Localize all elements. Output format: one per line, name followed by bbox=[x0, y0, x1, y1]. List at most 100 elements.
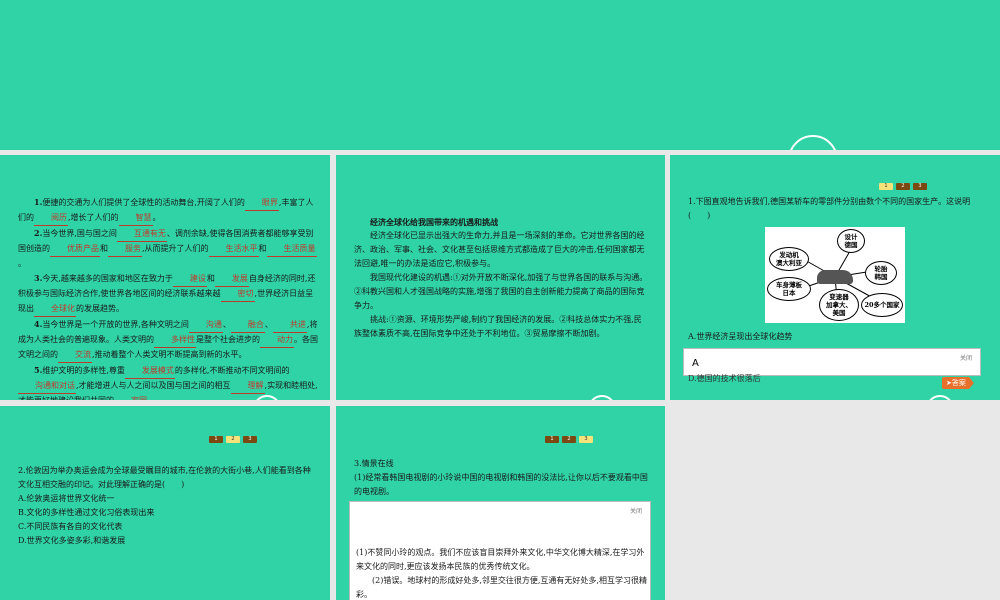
paragraph-text: 。 bbox=[148, 396, 156, 400]
knowledge-summary: 1.便捷的交通为人们提供了全球性的活动舞台,开阔了人们的 眼界,丰富了人们的 阅历,… bbox=[18, 195, 318, 400]
decor-arc bbox=[588, 395, 616, 400]
slide-body: 经济全球化给我国带来的机遇和挑战 经济全球化已显示出强大的生命力,并且是一场深刻… bbox=[354, 215, 649, 341]
paragraph-text: 和 bbox=[206, 274, 215, 283]
answer-text-1: (1)不赞同小玲的观点。我们不应该盲目崇拜外来文化,中华文化博大精深,在学习外来… bbox=[356, 548, 645, 571]
paragraph: 挑战:①资源、环境形势严峻,制约了我国经济的发展。②科技总体实力不强,民族整体素… bbox=[354, 315, 642, 338]
diagram-node: 20多个国家 bbox=[861, 293, 903, 317]
paragraph-text: ,增长了人们的 bbox=[68, 213, 119, 222]
scenario-question: (1)经常看韩国电视剧的小玲说中国的电视剧和韩国的没法比,让你以后不要观看中国的… bbox=[354, 473, 648, 496]
answer-blank: 阅历 bbox=[34, 211, 68, 226]
answer-blank: 发展 bbox=[214, 272, 249, 287]
parts-origin-diagram: 设计 德国 发动机 澳大利亚 轮胎 韩国 车身薄板 日本 变速器 加拿大、 美国 20多个国… bbox=[765, 227, 905, 323]
section-heading: 经济全球化给我国带来的机遇和挑战 bbox=[370, 217, 498, 227]
answer-blank: 共进 bbox=[272, 318, 307, 333]
answer-blank: 服务 bbox=[108, 242, 142, 257]
paragraph-text: ,从而提升了人们的 bbox=[142, 244, 209, 253]
answer-blank: 互通有无 bbox=[116, 227, 167, 242]
slide-thumbnail-4[interactable]: 1 2 3 2.伦敦因为举办奥运会成为全球最受瞩目的城市,在伦敦的大街小巷,人们… bbox=[0, 406, 330, 600]
paragraph-text: 和 bbox=[258, 244, 267, 253]
paragraph-text: 便捷的交通为人们提供了全球性的活动舞台,开阔了人们的 bbox=[42, 198, 245, 207]
slide-thumbnail-5[interactable]: 1 2 3 3.情景在线 (1)经常看韩国电视剧的小玲说中国的电视剧和韩国的没法… bbox=[336, 406, 665, 600]
paragraph-text: 是整个社会进步的 bbox=[196, 335, 260, 344]
answer-blank: 沟通和对话 bbox=[18, 379, 76, 394]
option-d[interactable]: D.德国的技术很落后 bbox=[688, 372, 888, 386]
option-c[interactable]: C.不同民族有各自的文化代表 bbox=[18, 520, 122, 534]
slide-thumbnail-1[interactable]: 1.便捷的交通为人们提供了全球性的活动舞台,开阔了人们的 眼界,丰富了人们的 阅历,… bbox=[0, 155, 330, 400]
option-b[interactable]: B.文化的多样性通过文化习俗表现出来 bbox=[18, 506, 154, 520]
paragraph: 我国现代化建设的机遇:①对外开放不断深化,加强了与世界各国的联系与沟通。②科教兴… bbox=[354, 273, 648, 310]
paragraph-text: 的多样化,不断推动不同文明间的 bbox=[174, 366, 290, 375]
slide-thumbnail-2[interactable]: 经济全球化给我国带来的机遇和挑战 经济全球化已显示出强大的生命力,并且是一场深刻… bbox=[336, 155, 665, 400]
answer-blank: 智慧 bbox=[118, 211, 153, 226]
paragraph: 经济全球化已显示出强大的生命力,并且是一场深刻的革命。它对世界各国的经济、政治、… bbox=[354, 231, 645, 268]
answer-blank: 发展模式 bbox=[124, 364, 175, 379]
paragraph-text: 、 bbox=[222, 320, 231, 329]
answer-blank: 沟通 bbox=[188, 318, 223, 333]
answer-blank: 多样性 bbox=[154, 333, 196, 348]
scenario-title: 3.情景在线 bbox=[354, 459, 394, 468]
answer-blank: 生活质量 bbox=[266, 242, 317, 257]
summary-paragraph: 2.当今世界,国与国之间 互通有无、调剂余缺,使得各国消费者都能够享受别国创造的优… bbox=[18, 226, 318, 271]
summary-paragraph: 5.维护文明的多样性,尊重 发展模式的多样化,不断推动不同文明间的沟通和对话,才能… bbox=[18, 363, 318, 400]
summary-paragraph: 1.便捷的交通为人们提供了全球性的活动舞台,开阔了人们的 眼界,丰富了人们的 阅历,… bbox=[18, 195, 318, 226]
page-1-button[interactable]: 1 bbox=[545, 436, 559, 443]
car-icon bbox=[817, 270, 853, 284]
answer-blank: 优质产品 bbox=[50, 242, 100, 257]
summary-paragraph: 3.今天,越来越多的国家和地区在致力于 建设和 发展自身经济的同时,还积极参与国际经… bbox=[18, 271, 318, 317]
question-text: 2.伦敦因为举办奥运会成为全球最受瞩目的城市,在伦敦的大街小巷,人们能看到各种文… bbox=[18, 466, 311, 489]
page-2-button[interactable]: 2 bbox=[226, 436, 240, 443]
answer-blank: 家园 bbox=[114, 394, 148, 400]
paragraph-text: 。 bbox=[152, 213, 161, 222]
page-2-button[interactable]: 2 bbox=[896, 183, 910, 190]
answer-blank: 全球化 bbox=[34, 302, 76, 317]
paragraph-text: 、 bbox=[264, 320, 273, 329]
answer-blank: 眼界 bbox=[244, 196, 279, 211]
popup-close-button[interactable]: 关闭 bbox=[630, 506, 642, 515]
page-1-button[interactable]: 1 bbox=[879, 183, 893, 190]
option-d[interactable]: D.世界文化多姿多彩,和谐发展 bbox=[18, 534, 125, 548]
page-indicator: 1 2 3 bbox=[545, 436, 593, 443]
paragraph-text: 今天,越来越多的国家和地区在致力于 bbox=[42, 274, 173, 283]
answer-blank: 建设 bbox=[172, 272, 207, 287]
answer-popup: 关闭 (1)不赞同小玲的观点。我们不应该盲目崇拜外来文化,中华文化博大精深,在学… bbox=[349, 501, 651, 600]
page-3-button[interactable]: 3 bbox=[243, 436, 257, 443]
slide-thumbnail-3[interactable]: 1 2 3 1.下图直观地告诉我们,德国某轿车的零部件分别由数个不同的国家生产。… bbox=[670, 155, 1000, 400]
answer-blank: 融合 bbox=[230, 318, 265, 333]
answer-button[interactable]: ➤答案 bbox=[942, 377, 974, 389]
page-3-button[interactable]: 3 bbox=[913, 183, 927, 190]
option-a[interactable]: A.伦敦奥运将世界文化统一 bbox=[18, 492, 114, 506]
answer-button-label: 答案 bbox=[951, 379, 966, 387]
diagram-node: 轮胎 韩国 bbox=[865, 261, 897, 285]
page-2-button[interactable]: 2 bbox=[562, 436, 576, 443]
page-1-button[interactable]: 1 bbox=[209, 436, 223, 443]
summary-paragraph: 4.当今世界是一个开放的世界,各种文明之间 沟通、 融合、 共进,将成为人类社会的普遍… bbox=[18, 317, 318, 363]
answer-blank: 理解 bbox=[230, 379, 265, 394]
paragraph-text: ,推动着整个人类文明不断提高到新的水平。 bbox=[92, 350, 247, 359]
page-indicator: 1 2 3 bbox=[209, 436, 257, 443]
empty-slot bbox=[670, 406, 1000, 600]
answer-blank: 生活水平 bbox=[208, 242, 259, 257]
paragraph-text: 当今世界,国与国之间 bbox=[42, 229, 117, 238]
diagram-node: 变速器 加拿大、 美国 bbox=[819, 289, 859, 321]
page-indicator: 1 2 3 bbox=[879, 183, 927, 190]
decor-arc bbox=[926, 395, 954, 400]
page-3-button[interactable]: 3 bbox=[579, 436, 593, 443]
slide-grid: 1.便捷的交通为人们提供了全球性的活动舞台,开阔了人们的 眼界,丰富了人们的 阅历,… bbox=[0, 0, 1000, 600]
paragraph-text: 当今世界是一个开放的世界,各种文明之间 bbox=[42, 320, 189, 329]
paragraph-text: 维护文明的多样性,尊重 bbox=[42, 366, 125, 375]
paragraph-text: 的发展趋势。 bbox=[76, 304, 124, 313]
diagram-node: 车身薄板 日本 bbox=[767, 277, 811, 301]
paragraph-text: 。 bbox=[18, 259, 26, 268]
popup-answer: A bbox=[692, 358, 699, 369]
answer-blank: 密切 bbox=[220, 287, 255, 302]
slide-top-partial[interactable] bbox=[0, 0, 1000, 150]
question-text: 1.下图直观地告诉我们,德国某轿车的零部件分别由数个不同的国家生产。这说明( ) bbox=[688, 197, 971, 220]
answer-blank: 动力 bbox=[260, 333, 294, 348]
diagram-node: 发动机 澳大利亚 bbox=[769, 247, 809, 271]
option-a[interactable]: A.世界经济呈现出全球化趋势 bbox=[688, 330, 988, 344]
popup-close-button[interactable]: 关闭 bbox=[960, 353, 972, 362]
decor-arc bbox=[788, 135, 838, 150]
answer-blank: 交流 bbox=[58, 348, 92, 363]
paragraph-text: 和 bbox=[100, 244, 108, 253]
paragraph-text: ,才能增进人与人之间以及国与国之间的相互 bbox=[76, 381, 231, 390]
